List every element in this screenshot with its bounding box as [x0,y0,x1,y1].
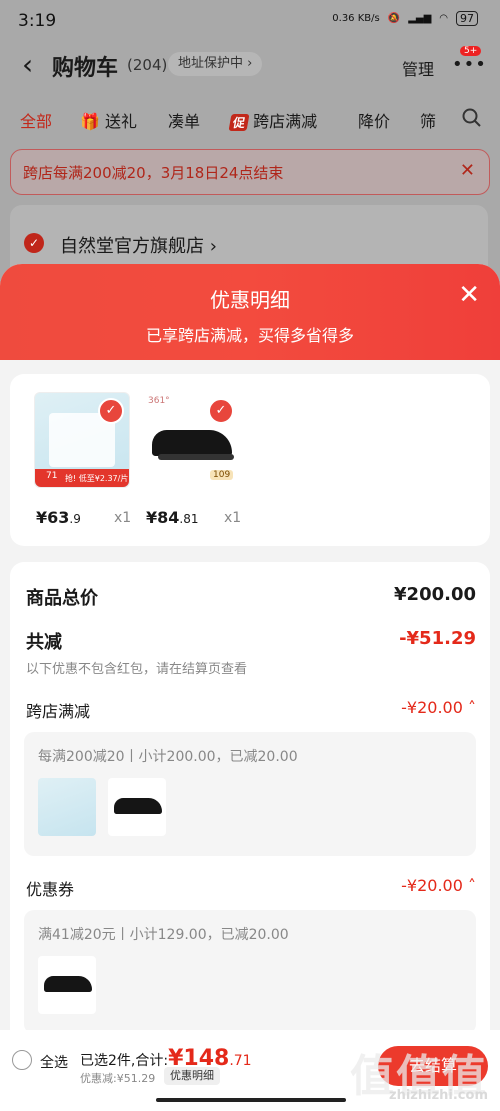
select-all-radio[interactable] [12,1050,32,1070]
filter-tabs: 全部 🎁 送礼 凑单 促 跨店满减 降价 筛 [0,108,500,136]
back-icon[interactable]: ‹ [22,50,33,80]
sheet-title: 优惠明细 [210,288,290,312]
status-time: 3:19 [18,11,57,31]
status-icons: 0.36 KB/s 🔕 ▂▄▆ ◠ 97 [332,11,478,26]
cart-count: (204) [127,56,168,74]
discount-detail-button[interactable]: 优惠明细 [164,1067,220,1085]
sheet-header: 优惠明细 已享跨店满减，买得多省得多 ✕ [0,264,500,360]
tab-cross-store[interactable]: 促 跨店满减 [228,108,317,132]
promo-banner: 跨店每满200减20，3月18日24点结束 ✕ [10,149,490,195]
price-summary-card: 商品总价 ¥200.00 共减 -¥51.29 以下优惠不包含红包，请在结算页查… [10,562,490,1111]
product-label: 抢! 低至¥2.37/片 [65,474,129,483]
store-name[interactable]: 自然堂官方旗舰店 › [60,232,217,258]
cross-store-value[interactable]: -¥20.00 ˄ [401,698,476,717]
total-value: ¥200.00 [394,584,476,605]
address-label: 地址保护中 [178,56,244,71]
manage-button[interactable]: 管理 [402,56,434,80]
cross-store-detail-text: 每满200减20丨小计200.00，已减20.00 [38,749,298,765]
check-icon[interactable]: ✓ [98,398,124,424]
check-icon[interactable]: ✓ [208,398,234,424]
mute-icon: 🔕 [387,13,401,24]
close-icon[interactable]: ✕ [460,160,475,181]
coupon-detail: 满41减20元丨小计129.00，已减20.00 [24,910,476,1034]
home-indicator[interactable] [156,1098,346,1102]
tab-all[interactable]: 全部 [20,108,52,132]
battery-icon: 97 [456,11,478,26]
shoe-thumb [38,956,96,1014]
sheet-subtitle: 已享跨店满减，买得多省得多 [145,326,354,345]
product-price: ¥84.81 [146,508,199,527]
promo-icon: 促 [228,114,250,131]
total-label: 商品总价 [26,588,98,609]
discount-detail-sheet: 优惠明细 已享跨店满减，买得多省得多 ✕ 71 抢! 低至¥2.37/片 ✓ 3… [0,264,500,1111]
shoe-sole-graphic [158,454,234,460]
coupon-label: 优惠券 [26,880,75,899]
page-title: 购物车 [52,56,119,81]
reduce-value: -¥51.29 [399,628,476,649]
gift-icon: 🎁 [80,112,100,131]
selected-products-card: 71 抢! 低至¥2.37/片 ✓ 361° 109 ✓ ¥63.9 x1 ¥8… [10,374,490,546]
discount-amount: 优惠减:¥51.29 [80,1072,156,1085]
select-all-label[interactable]: 全选 [40,1052,68,1072]
product-tag: 109 [210,470,234,480]
cross-store-label: 跨店满减 [26,702,91,721]
tab-gift[interactable]: 🎁 送礼 [80,108,137,132]
signal-icon: ▂▄▆ [408,13,432,24]
product-qty: x1 [224,510,242,526]
network-speed: 0.36 KB/s [332,13,380,24]
shoe-graphic [152,430,232,456]
message-badge: 5+ [460,46,482,56]
cart-header: ‹ 购物车 (204) 地址保护中 › 管理 ••• 5+ [0,46,500,88]
tab-filter[interactable]: 筛 [420,108,436,132]
cross-store-detail: 每满200减20丨小计200.00，已减20.00 [24,732,476,856]
product-price: ¥63.9 [36,508,81,527]
store-check-icon[interactable]: ✓ [24,233,44,253]
search-icon[interactable] [462,108,482,132]
close-icon[interactable]: ✕ [458,282,480,308]
status-bar: 3:19 0.36 KB/s 🔕 ▂▄▆ ◠ 97 [0,0,500,44]
discount-note: 以下优惠不包含红包，请在结算页查看 [26,662,248,677]
cart-page-background: 3:19 0.36 KB/s 🔕 ▂▄▆ ◠ 97 ‹ 购物车 (204) 地址… [0,0,500,300]
tab-combine[interactable]: 凑单 [168,108,200,132]
tab-price-drop[interactable]: 降价 [358,108,390,132]
coupon-detail-text: 满41减20元丨小计129.00，已减20.00 [38,927,289,943]
coupon-value[interactable]: -¥20.00 ˄ [401,876,476,895]
watermark-url: zhizhizhi.com [389,1088,488,1103]
product-tag: 71 [43,471,61,481]
brand-logo: 361° [148,396,170,406]
product-qty: x1 [114,510,132,526]
wifi-icon: ◠ [439,13,448,24]
reduce-label: 共减 [26,632,62,653]
address-protection-chip[interactable]: 地址保护中 › [168,52,263,76]
shoe-thumb [108,778,166,836]
more-icon[interactable]: ••• [452,54,487,75]
face-mask-thumb [38,778,96,836]
promo-banner-text: 跨店每满200减20，3月18日24点结束 [23,164,284,182]
